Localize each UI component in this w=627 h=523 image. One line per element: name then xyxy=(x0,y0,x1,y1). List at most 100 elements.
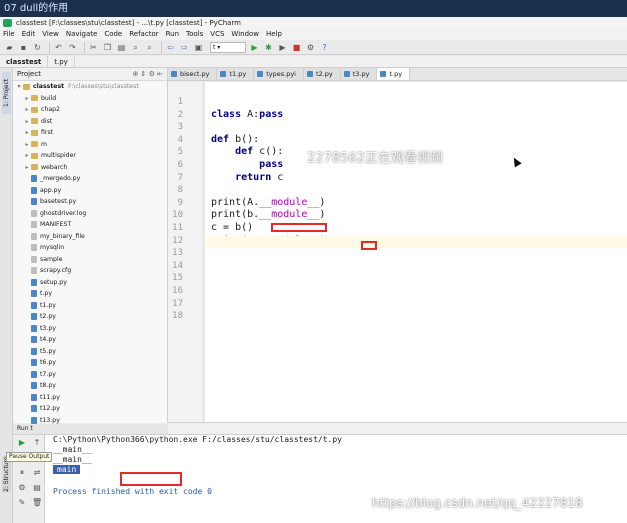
redo-icon[interactable]: ↷ xyxy=(67,42,78,53)
menu-tools[interactable]: Tools xyxy=(186,29,203,40)
stop-icon[interactable]: ■ xyxy=(291,42,302,53)
menu-window[interactable]: Window xyxy=(231,29,259,40)
tree-file-item[interactable]: t4.py xyxy=(13,334,167,346)
tree-file-item[interactable]: mysqlin xyxy=(13,242,167,254)
sync-icon[interactable]: ↻ xyxy=(32,42,43,53)
tree-file-item[interactable]: t1.py xyxy=(13,300,167,312)
menu-vcs[interactable]: VCS xyxy=(210,29,224,40)
save-icon[interactable]: ▪ xyxy=(18,42,29,53)
tab-types-pyi[interactable]: types.pyi xyxy=(254,68,304,80)
tree-file-item[interactable]: t11.py xyxy=(13,392,167,404)
tree-file-item[interactable]: t12.py xyxy=(13,403,167,415)
console-line-selected: main xyxy=(53,465,81,474)
replace-icon[interactable]: ⌕ xyxy=(144,42,155,53)
tree-folder-item[interactable]: ▸ m xyxy=(13,139,167,151)
tree-file-item[interactable]: MANIFEST xyxy=(13,219,167,231)
code-editor[interactable]: class A:pass def b(): def c(): pass retur… xyxy=(205,82,627,422)
expand-arrow-icon[interactable]: ▸ xyxy=(23,139,31,151)
menu-refactor[interactable]: Refactor xyxy=(129,29,158,40)
coverage-icon[interactable]: ▶ xyxy=(277,42,288,53)
menu-help[interactable]: Help xyxy=(266,29,282,40)
editor-horizontal-scrollbar[interactable] xyxy=(168,422,627,434)
tree-folder-item[interactable]: ▸ chap2 xyxy=(13,104,167,116)
editor-tab-bar: bisect.py t1.py types.pyi t2.py t3.py t.… xyxy=(168,68,627,81)
tree-folder-item[interactable]: ▸ multispider xyxy=(13,150,167,162)
expand-arrow-icon[interactable]: ▸ xyxy=(23,116,31,128)
settings-icon[interactable]: ⚙ xyxy=(17,483,27,493)
tree-file-item[interactable]: t2.py xyxy=(13,311,167,323)
open-folder-icon[interactable]: ▰ xyxy=(4,42,15,53)
undo-icon[interactable]: ↶ xyxy=(53,42,64,53)
print-icon[interactable]: ▤ xyxy=(32,483,42,493)
tree-folder-item[interactable]: ▸ dist xyxy=(13,116,167,128)
tab-t2-py[interactable]: t2.py xyxy=(303,68,341,80)
panel-options-icons[interactable]: ⊕ ⇕ ⚙ ⇤ xyxy=(132,70,163,78)
project-root[interactable]: ▾ classtest F:\classes\stu\classtest xyxy=(13,81,167,93)
title-bar: classtest [F:\classes\stu\classtest] - .… xyxy=(0,17,627,29)
menu-file[interactable]: File xyxy=(3,29,15,40)
code-line[interactable]: c = b() xyxy=(211,222,253,233)
code-line[interactable]: return c xyxy=(211,172,283,183)
wrap-icon[interactable]: ⇌ xyxy=(32,468,42,478)
tree-file-item[interactable]: scrapy.cfg xyxy=(13,265,167,277)
run-config-select[interactable]: t ▾ xyxy=(210,41,246,53)
tree-file-item[interactable]: t5.py xyxy=(13,346,167,358)
back-icon[interactable]: ⇦ xyxy=(165,42,176,53)
tab-t3-py[interactable]: t3.py xyxy=(340,68,378,80)
project-view-selector[interactable]: Project xyxy=(17,70,41,78)
expand-arrow-icon[interactable]: ▸ xyxy=(23,150,31,162)
menu-navigate[interactable]: Navigate xyxy=(66,29,97,40)
tree-file-item[interactable]: t7.py xyxy=(13,369,167,381)
debug-icon[interactable]: ✱ xyxy=(263,42,274,53)
code-line[interactable]: def c(): xyxy=(211,146,283,157)
tree-file-item[interactable]: ghostdriver.log xyxy=(13,208,167,220)
settings-icon[interactable]: ⚙ xyxy=(305,42,316,53)
scroll-up-icon[interactable]: ↑ xyxy=(32,438,42,448)
expand-arrow-icon[interactable]: ▸ xyxy=(23,162,31,174)
tree-file-item[interactable]: t6.py xyxy=(13,357,167,369)
pause-output-icon[interactable]: ⏸ xyxy=(17,468,27,478)
tab-t1-py[interactable]: t1.py xyxy=(217,68,255,80)
expand-arrow-icon[interactable]: ▸ xyxy=(23,127,31,139)
tree-file-item[interactable]: t.py xyxy=(13,288,167,300)
pin-icon[interactable]: ✎ xyxy=(17,498,27,508)
collapse-arrow-icon[interactable]: ▾ xyxy=(15,81,23,93)
tree-folder-item[interactable]: ▸ webarch xyxy=(13,162,167,174)
delete-icon[interactable]: 🗑 xyxy=(32,498,42,508)
project-tool-tab[interactable]: 1: Project xyxy=(2,72,11,114)
code-line[interactable]: print(b.__module__) xyxy=(211,209,325,220)
menu-edit[interactable]: Edit xyxy=(22,29,36,40)
cut-icon[interactable]: ✂ xyxy=(88,42,99,53)
breadcrumb-project[interactable]: classtest xyxy=(0,55,49,68)
rerun-icon[interactable]: ▶ xyxy=(17,438,27,448)
menu-run[interactable]: Run xyxy=(166,29,179,40)
breadcrumb-file[interactable]: t.py xyxy=(48,55,75,68)
build-icon[interactable]: ▣ xyxy=(193,42,204,53)
forward-icon[interactable]: ⇨ xyxy=(179,42,190,53)
find-icon[interactable]: ⌕ xyxy=(130,42,141,53)
help-icon[interactable]: ? xyxy=(319,42,330,53)
tree-folder-item[interactable]: ▸ first xyxy=(13,127,167,139)
tree-file-item[interactable]: setup.py xyxy=(13,277,167,289)
code-line[interactable]: print(A.__module__) xyxy=(211,197,325,208)
tree-file-item[interactable]: sample xyxy=(13,254,167,266)
tree-folder-item[interactable]: ▸ build xyxy=(13,93,167,105)
tab-t-py[interactable]: t.py xyxy=(377,68,411,80)
tree-file-item[interactable]: t8.py xyxy=(13,380,167,392)
expand-arrow-icon[interactable]: ▸ xyxy=(23,104,31,116)
code-line[interactable]: class A:pass xyxy=(211,109,283,120)
run-icon[interactable]: ▶ xyxy=(249,42,260,53)
code-line[interactable]: def b(): xyxy=(211,134,259,145)
menu-view[interactable]: View xyxy=(42,29,59,40)
tree-file-item[interactable]: basetest.py xyxy=(13,196,167,208)
tree-file-item[interactable]: my_binary_file xyxy=(13,231,167,243)
code-line[interactable]: pass xyxy=(211,159,283,170)
paste-icon[interactable]: ▤ xyxy=(116,42,127,53)
tree-file-item[interactable]: t3.py xyxy=(13,323,167,335)
copy-icon[interactable]: ❐ xyxy=(102,42,113,53)
tree-file-item[interactable]: _mergedo.py xyxy=(13,173,167,185)
expand-arrow-icon[interactable]: ▸ xyxy=(23,93,31,105)
tree-file-item[interactable]: app.py xyxy=(13,185,167,197)
tab-bisect-py[interactable]: bisect.py xyxy=(168,68,218,80)
menu-code[interactable]: Code xyxy=(104,29,122,40)
